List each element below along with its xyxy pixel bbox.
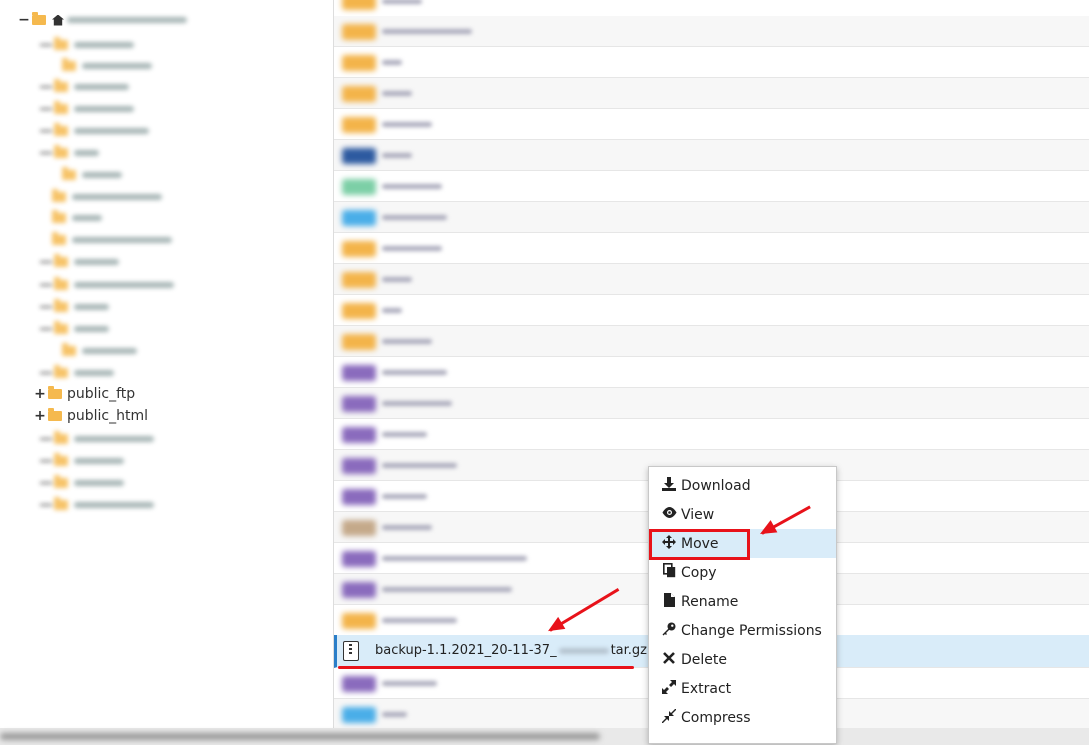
file-row[interactable]	[334, 109, 1089, 140]
tree-item[interactable]	[50, 209, 102, 227]
file-row[interactable]	[334, 357, 1089, 388]
file-row[interactable]	[334, 388, 1089, 419]
file-row[interactable]	[334, 47, 1089, 78]
tree-item[interactable]	[40, 364, 114, 382]
eye-icon	[661, 507, 677, 522]
folder-icon	[48, 386, 62, 399]
tree-item[interactable]	[60, 342, 137, 360]
tree-item[interactable]	[40, 320, 109, 338]
tree-item[interactable]	[40, 276, 174, 294]
file-row[interactable]	[334, 140, 1089, 171]
expand-icon[interactable]: +	[34, 387, 46, 401]
download-icon	[661, 476, 677, 495]
file-row[interactable]	[334, 326, 1089, 357]
tree-item[interactable]	[40, 452, 124, 470]
annotation-underline	[338, 666, 634, 669]
tree-item[interactable]	[40, 253, 119, 271]
tree-item-public-html[interactable]: + public_html	[34, 407, 148, 425]
tree-item[interactable]	[50, 231, 172, 249]
expand-icon[interactable]: +	[34, 409, 46, 423]
tree-item[interactable]	[40, 474, 124, 492]
file-row[interactable]	[334, 264, 1089, 295]
compress-icon	[661, 708, 677, 727]
tree-item[interactable]	[40, 430, 154, 448]
tree-item[interactable]	[40, 496, 154, 514]
tree-item[interactable]	[40, 36, 134, 54]
selected-file-name[interactable]: backup-1.1.2021_20-11-37_ tar.gz	[375, 643, 647, 658]
expand-icon	[661, 679, 677, 698]
tree-item[interactable]	[40, 144, 99, 162]
redaction-smudge	[558, 647, 609, 654]
tree-item[interactable]	[60, 57, 152, 75]
file-row[interactable]	[334, 0, 1089, 17]
tree-item[interactable]	[50, 188, 162, 206]
annotation-highlight-box	[649, 529, 750, 560]
file-row[interactable]	[334, 78, 1089, 109]
menu-item-download[interactable]: Download	[649, 471, 836, 500]
file-icon	[661, 592, 677, 611]
menu-item-view[interactable]: View	[649, 500, 836, 529]
file-row[interactable]	[334, 16, 1089, 47]
copy-icon	[661, 563, 677, 582]
menu-item-change-permissions[interactable]: Change Permissions	[649, 616, 836, 645]
times-icon	[661, 651, 677, 668]
folder-icon	[48, 408, 62, 421]
tree-item-label: public_ftp	[67, 386, 136, 402]
key-icon	[661, 622, 677, 640]
menu-item-delete[interactable]: Delete	[649, 645, 836, 674]
tree-item[interactable]	[40, 100, 134, 118]
file-row[interactable]	[334, 233, 1089, 264]
folder-tree: − + public_ftp + public_html	[0, 0, 333, 745]
file-row[interactable]	[334, 419, 1089, 450]
archive-file-icon	[343, 641, 359, 661]
tree-item-label: public_html	[67, 408, 149, 424]
tree-root-label	[67, 17, 187, 23]
file-row[interactable]	[334, 171, 1089, 202]
tree-item[interactable]	[40, 78, 129, 96]
home-icon	[52, 14, 64, 26]
tree-item[interactable]	[40, 122, 149, 140]
horizontal-scrollbar[interactable]	[0, 728, 1089, 745]
menu-item-extract[interactable]: Extract	[649, 674, 836, 703]
menu-item-rename[interactable]: Rename	[649, 587, 836, 616]
tree-item[interactable]	[60, 166, 122, 184]
tree-item-public-ftp[interactable]: + public_ftp	[34, 385, 135, 403]
menu-item-copy[interactable]: Copy	[649, 558, 836, 587]
folder-icon	[32, 12, 46, 25]
menu-item-compress[interactable]: Compress	[649, 703, 836, 732]
tree-root[interactable]: −	[18, 11, 187, 29]
collapse-icon[interactable]: −	[18, 13, 30, 27]
tree-item[interactable]	[40, 298, 109, 316]
file-row[interactable]	[334, 202, 1089, 233]
file-row[interactable]	[334, 295, 1089, 326]
